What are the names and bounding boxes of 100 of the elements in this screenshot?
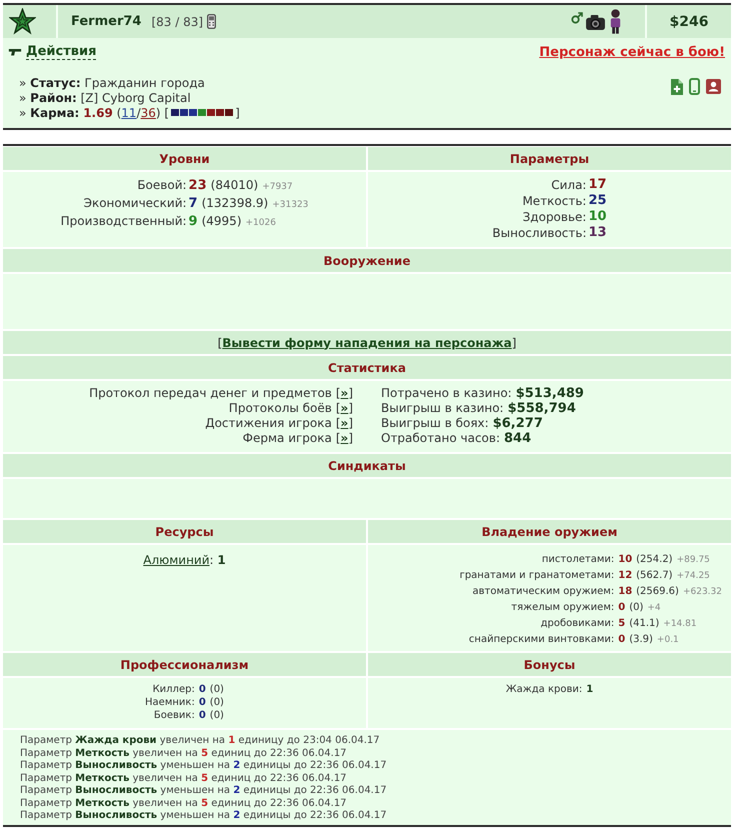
skill-label: снайперскими винтовками: — [468, 633, 614, 647]
user-card-icon[interactable] — [706, 79, 721, 94]
file-plus-icon[interactable] — [670, 78, 683, 94]
skill-gain: +89.75 — [676, 554, 710, 567]
skill-gain: +0.1 — [656, 634, 679, 647]
prof-value: 0 — [198, 696, 206, 709]
stat-value: $558,794 — [508, 401, 576, 416]
skill-value: 0 — [618, 601, 626, 615]
stat-link-label: Протокол передач денег и предметов — [89, 386, 332, 400]
actions-link[interactable]: Действия — [26, 44, 96, 60]
pistol-icon — [8, 48, 22, 56]
stat-link-label: Протоколы боёв — [228, 401, 332, 415]
param-value: 13 — [588, 225, 607, 241]
karma-vote-link[interactable]: 36 — [140, 106, 156, 120]
level-gain: +1026 — [246, 217, 276, 230]
section-header: Бонусы — [368, 653, 731, 676]
details-link[interactable]: [»] — [336, 401, 353, 415]
log-entry: Параметр Меткость увеличен на 5 единиц до 22:36 06.04.17 — [20, 798, 348, 810]
stat-value: 844 — [504, 431, 532, 446]
section-header: Статистика — [3, 356, 731, 379]
log-entry: Параметр Жажда крови увеличен на 1 единицу до 23:04 06.04.17 — [20, 735, 381, 748]
bonus-label: Жажда крови: — [506, 683, 582, 696]
param-label: Выносливость: — [492, 225, 586, 241]
section-header: Профессионализм — [3, 653, 366, 676]
prof-label: Киллер: — [152, 683, 195, 696]
param-label: Сила: — [550, 177, 586, 193]
prof-total: (0) — [210, 709, 224, 722]
stat-value: $513,489 — [516, 386, 584, 401]
stat-value: $6,277 — [492, 416, 543, 431]
skill-label: гранатами и гранатометами: — [460, 569, 614, 583]
section-header: Уровни — [3, 147, 366, 170]
skill-value: 10 — [618, 553, 632, 567]
section-header: Параметры — [368, 147, 731, 170]
resource-link[interactable]: Алюминий — [143, 553, 210, 567]
log-entry: Параметр Меткость увеличен на 5 единиц до 22:36 06.04.17 — [20, 772, 348, 785]
male-symbol-icon — [571, 12, 583, 24]
param-value: 25 — [588, 193, 607, 209]
skill-gain: +4 — [647, 602, 661, 615]
karma-vote-link[interactable]: 11 — [121, 106, 137, 120]
section-header: Владение оружием — [368, 520, 731, 543]
skill-gain: +623.32 — [682, 586, 722, 599]
level-label: Боевой: — [136, 177, 187, 194]
money-amount: $246 — [670, 14, 708, 30]
level-gain: +7937 — [262, 181, 293, 194]
log-entry: Параметр Выносливость уменьшен на 2 единицы до 22:36 06.04.17 — [20, 785, 388, 798]
prof-label: Боевик: — [152, 709, 195, 722]
battle-status-link[interactable]: Персонаж сейчас в бою! — [539, 44, 725, 60]
skill-value: 12 — [618, 569, 632, 583]
param-label: Меткость: — [521, 193, 586, 209]
player-name: Fermer74 — [71, 14, 142, 29]
bonus-value: 1 — [586, 683, 594, 696]
phone-icon — [207, 14, 216, 29]
level-total: (84010) — [210, 177, 258, 193]
camera-icon — [585, 14, 606, 31]
skill-value: 0 — [618, 633, 626, 647]
prof-value: 0 — [198, 683, 206, 696]
level-total: (132398.9) — [202, 195, 268, 211]
stat-label: Выигрыш в казино: — [381, 401, 504, 415]
skill-total: (562.7) — [636, 569, 673, 583]
karma-line: » Карма: 1.69 (11/36) [ ] — [19, 106, 241, 121]
details-link[interactable]: [»] — [336, 431, 353, 445]
details-link[interactable]: [»] — [336, 416, 353, 430]
level-value: 9 — [188, 214, 198, 230]
prof-label: Наемник: — [145, 696, 195, 709]
skill-total: (3.9) — [629, 633, 653, 647]
param-value: 17 — [588, 177, 607, 193]
stat-label: Выигрыш в боях: — [381, 416, 489, 430]
star-icon — [9, 8, 36, 35]
info-line: » Статус: Гражданин города — [19, 76, 206, 91]
stat-link-label: Достижения игрока — [205, 416, 332, 430]
details-link[interactable]: [»] — [336, 386, 353, 400]
log-entry: Параметр Выносливость уменьшен на 2 единицы до 22:36 06.04.17 — [20, 810, 388, 822]
level-total: (4995) — [202, 213, 242, 229]
section-header: Вооружение — [3, 249, 731, 272]
level-label: Производственный: — [60, 213, 187, 230]
prof-total: (0) — [210, 683, 224, 696]
param-label: Здоровье: — [522, 209, 586, 225]
prof-total: (0) — [210, 696, 224, 709]
health-counter: [83 / 83] — [151, 14, 204, 28]
skill-gain: +14.81 — [663, 618, 697, 631]
log-entry: Параметр Меткость увеличен на 5 единиц до 22:36 06.04.17 — [20, 748, 348, 760]
skill-label: автоматическим оружием: — [471, 585, 614, 599]
stat-link-label: Ферма игрока — [242, 431, 332, 445]
skill-total: (41.1) — [629, 617, 660, 631]
mobile-phone-icon[interactable] — [689, 78, 700, 95]
level-gain: +31323 — [272, 199, 308, 212]
skill-label: тяжелым оружием: — [510, 601, 614, 615]
skill-value: 5 — [618, 617, 626, 631]
param-value: 10 — [588, 209, 607, 225]
section-header: Синдикаты — [3, 454, 731, 477]
log-entry: Параметр Выносливость уменьшен на 2 единицы до 22:36 06.04.17 — [20, 760, 388, 772]
level-value: 23 — [188, 178, 207, 194]
skill-total: (0) — [629, 601, 644, 615]
skill-label: пистолетами: — [540, 553, 614, 567]
attack-form-link[interactable]: [Вывести форму нападения на персонажа] — [218, 336, 516, 350]
stat-label: Отработано часов: — [381, 431, 500, 445]
resource-amount: : 1 — [210, 553, 226, 567]
skill-label: дробовиками: — [540, 617, 614, 631]
info-line: » Район: [Z] Cyborg Capital — [19, 91, 192, 106]
skill-total: (254.2) — [636, 553, 673, 567]
